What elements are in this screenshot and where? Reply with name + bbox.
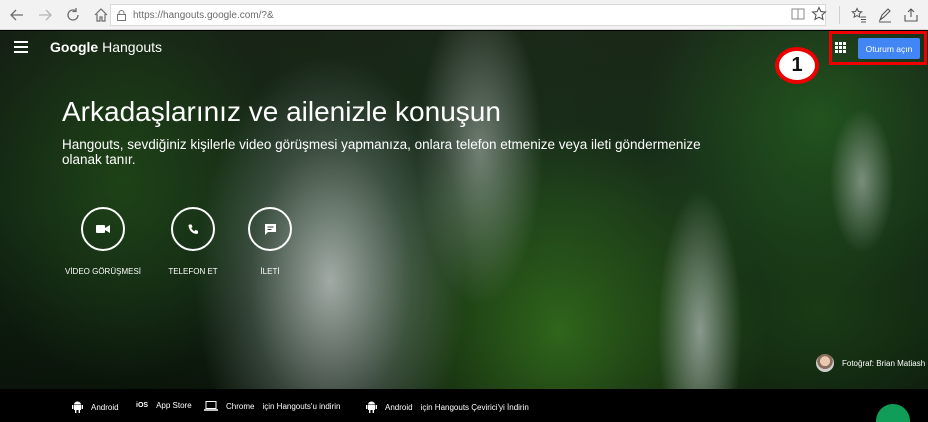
videocam-icon[interactable] (81, 207, 125, 251)
favorites-bar-icon[interactable] (846, 4, 872, 26)
feature-label: VİDEO GÖRÜŞMESİ (64, 267, 141, 276)
ios-icon: iOS (136, 402, 149, 409)
page-headline: Arkadaşlarınız ve ailenizle konuşun (62, 96, 501, 127)
browser-tools (833, 0, 928, 30)
reader-view-icon[interactable] (791, 7, 805, 26)
feature-label: İLETİ (260, 267, 280, 276)
photo-credit-text: Fotoğraf: Brian Matiash (842, 358, 926, 368)
hero-section: Google Hangouts Oturum açın 1 Arkadaşlar… (0, 31, 928, 389)
feature-video-call[interactable]: VİDEO GÖRÜŞMESİ (53, 207, 153, 276)
address-bar[interactable]: https://hangouts.google.com/?& (110, 4, 826, 26)
chrome-download-link[interactable]: Chrome için Hangouts'u indirin (204, 401, 340, 411)
photo-credit[interactable]: Fotoğraf: Brian Matiash (816, 354, 925, 372)
home-icon[interactable] (90, 4, 112, 26)
feature-message[interactable]: İLETİ (220, 207, 320, 276)
app-store-download-link[interactable]: iOS App Store (136, 401, 192, 410)
favorite-star-icon[interactable] (811, 6, 827, 27)
toolbar-divider (839, 6, 840, 24)
page-description: Hangouts, sevdiğiniz kişilerle video gör… (62, 137, 701, 167)
laptop-icon (204, 401, 218, 411)
browser-toolbar: https://hangouts.google.com/?& (0, 0, 928, 30)
message-icon[interactable] (248, 207, 292, 251)
annotation-highlight-box (829, 31, 927, 65)
android-download-link[interactable]: Android (72, 401, 119, 413)
lock-icon (117, 9, 127, 21)
phone-icon[interactable] (171, 207, 215, 251)
annotation-callout: 1 (775, 47, 819, 84)
refresh-icon[interactable] (62, 4, 84, 26)
back-icon[interactable] (6, 4, 28, 26)
forward-icon[interactable] (34, 4, 56, 26)
download-footer: Android iOS App Store Chrome için Hangou… (0, 389, 928, 422)
share-icon[interactable] (898, 4, 924, 26)
android-icon (72, 401, 83, 413)
pen-icon[interactable] (872, 4, 898, 26)
hangouts-download-text: için Hangouts'u indirin (262, 401, 341, 411)
google-hangouts-logo[interactable]: Google Hangouts (50, 39, 162, 55)
avatar (816, 354, 834, 372)
menu-icon[interactable] (14, 41, 28, 53)
dialer-download-text: için Hangouts Çevirici'yi İndirin (420, 402, 529, 412)
url-text: https://hangouts.google.com/?& (133, 9, 274, 21)
android-icon (366, 401, 377, 413)
dialer-download-link[interactable]: Android için Hangouts Çevirici'yi İndiri… (366, 401, 529, 413)
